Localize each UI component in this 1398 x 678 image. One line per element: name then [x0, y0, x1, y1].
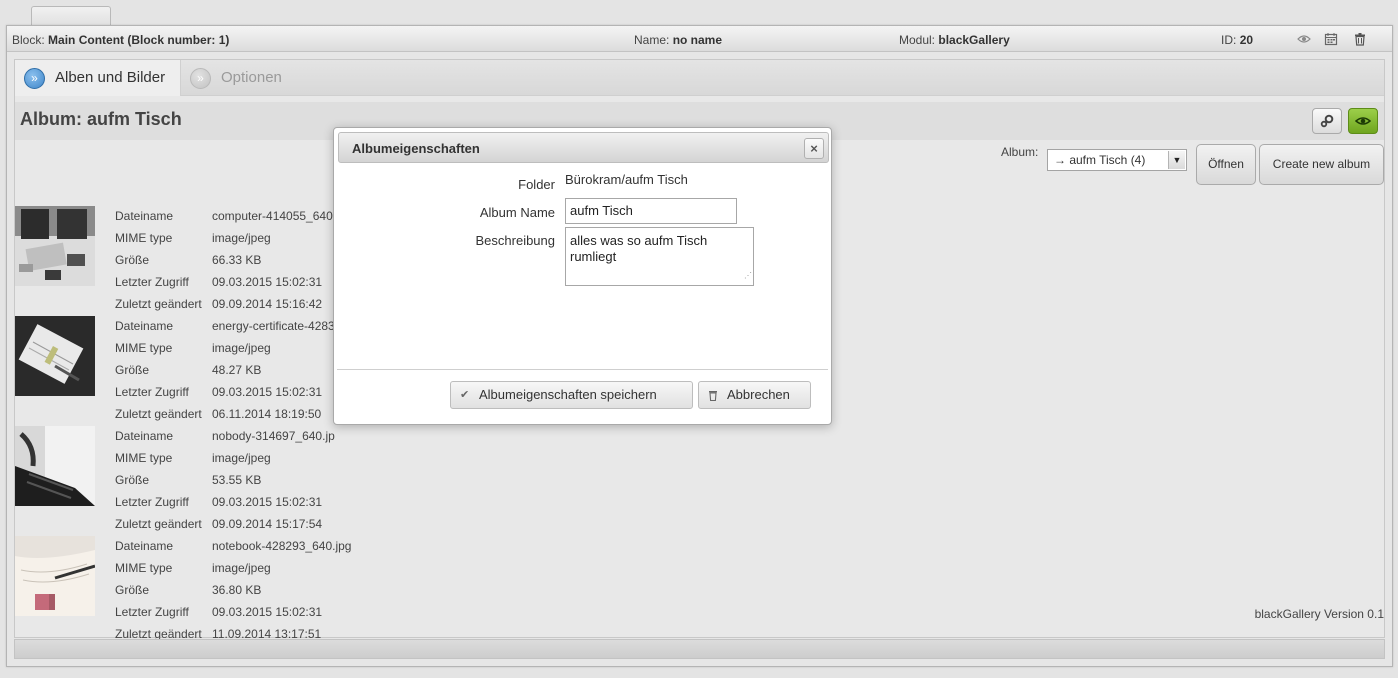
list-item[interactable]: Dateiname nobody-314697_640.jp MIME type i…: [15, 426, 395, 536]
tab-optionen[interactable]: » Optionen: [181, 60, 321, 96]
cancel-button-label: Abbrechen: [727, 387, 790, 402]
dialog-title: Albumeigenschaften: [352, 141, 480, 156]
preview-button[interactable]: [1348, 108, 1378, 134]
chevron-down-icon[interactable]: ▼: [1168, 151, 1185, 169]
album-select[interactable]: → aufm Tisch (4) ▼: [1047, 149, 1187, 171]
album-title: Album: aufm Tisch: [20, 109, 182, 129]
meta-row: Zuletzt geändert 09.09.2014 15:16:42: [115, 297, 323, 311]
meta-row: Letzter Zugriff 09.03.2015 15:02:31: [115, 605, 323, 619]
thumbnail-energy-certificate[interactable]: [15, 316, 95, 396]
meta-row: MIME type image/jpeg: [115, 231, 271, 245]
dialog-header: Albumeigenschaften ×: [338, 132, 829, 163]
meta-row: Dateiname nobody-314697_640.jp: [115, 429, 335, 443]
eye-icon[interactable]: [1297, 32, 1311, 46]
meta-row: Letzter Zugriff 09.03.2015 15:02:31: [115, 385, 323, 399]
open-album-button[interactable]: Öffnen: [1196, 144, 1256, 185]
meta-row: MIME type image/jpeg: [115, 561, 271, 575]
meta-row: Letzter Zugriff 09.03.2015 15:02:31: [115, 495, 323, 509]
eye-icon: [1354, 117, 1372, 125]
create-album-button[interactable]: Create new album: [1259, 144, 1384, 185]
album-name-label: Album Name: [479, 205, 555, 220]
save-album-properties-button[interactable]: ✔ Albumeigenschaften speichern: [450, 381, 693, 409]
bottom-bar: [14, 639, 1385, 659]
tab-label: Alben und Bilder: [55, 69, 166, 86]
top-tab[interactable]: [31, 6, 111, 26]
meta-row: Zuletzt geändert 09.09.2014 15:17:54: [115, 517, 323, 531]
calendar-icon[interactable]: [1324, 32, 1338, 46]
meta-row: Letzter Zugriff 09.03.2015 15:02:31: [115, 275, 323, 289]
thumbnail-computer[interactable]: [15, 206, 95, 286]
meta-row: MIME type image/jpeg: [115, 341, 271, 355]
trash-icon: [708, 382, 718, 411]
description-text: alles was so aufm Tisch rumliegt: [570, 233, 708, 264]
meta-row: Größe 66.33 KB: [115, 253, 262, 267]
checkmark-icon: ✔: [460, 389, 470, 401]
tab-label: Optionen: [221, 69, 282, 86]
close-icon[interactable]: ×: [804, 138, 824, 159]
meta-row: Dateiname energy-certificate-4283: [115, 319, 335, 333]
meta-row: Dateiname notebook-428293_640.jpg: [115, 539, 352, 553]
album-properties-dialog: Albumeigenschaften × Folder Bürokram/auf…: [333, 127, 832, 425]
settings-button[interactable]: [1312, 108, 1342, 134]
dialog-divider: [337, 369, 828, 370]
album-name-field[interactable]: aufm Tisch: [565, 198, 737, 224]
meta-row: Dateiname computer-414055_640: [115, 209, 333, 223]
id-info: ID: 20: [1221, 33, 1254, 47]
album-select-label: Album:: [1001, 145, 1039, 159]
meta-row: Größe 53.55 KB: [115, 473, 262, 487]
description-field[interactable]: alles was so aufm Tisch rumliegt ⋰: [565, 227, 754, 286]
chevron-right-icon: »: [190, 68, 211, 89]
meta-row: MIME type image/jpeg: [115, 451, 271, 465]
folder-value: Bürokram/aufm Tisch: [565, 172, 688, 187]
cancel-button[interactable]: Abbrechen: [698, 381, 811, 409]
album-select-value: → aufm Tisch (4): [1054, 153, 1146, 167]
meta-row: Größe 36.80 KB: [115, 583, 262, 597]
chevron-right-icon: »: [24, 68, 45, 89]
save-button-label: Albumeigenschaften speichern: [479, 387, 657, 402]
folder-label: Folder: [518, 177, 555, 192]
meta-row: Größe 48.27 KB: [115, 363, 262, 377]
description-label: Beschreibung: [475, 233, 556, 248]
tab-alben-und-bilder[interactable]: » Alben und Bilder: [15, 60, 181, 96]
thumbnail-notebook[interactable]: [15, 536, 95, 616]
tab-bar: » Alben und Bilder » Optionen: [15, 60, 1384, 96]
block-header: Block: Main Content (Block number: 1) Na…: [7, 26, 1392, 52]
thumbnail-nobody[interactable]: [15, 426, 95, 506]
trash-icon[interactable]: [1353, 32, 1367, 46]
name-info: Name: no name: [634, 33, 723, 47]
block-info: Block: Main Content (Block number: 1): [12, 33, 230, 47]
gears-icon: [1320, 114, 1334, 128]
meta-row: Zuletzt geändert 06.11.2014 18:19:50: [115, 407, 322, 421]
modul-info: Modul: blackGallery: [899, 33, 1010, 47]
list-item[interactable]: Dateiname notebook-428293_640.jpg MIME ty…: [15, 536, 395, 646]
version-label: blackGallery Version 0.1: [1254, 607, 1384, 621]
resize-grip-icon[interactable]: ⋰: [744, 268, 752, 284]
